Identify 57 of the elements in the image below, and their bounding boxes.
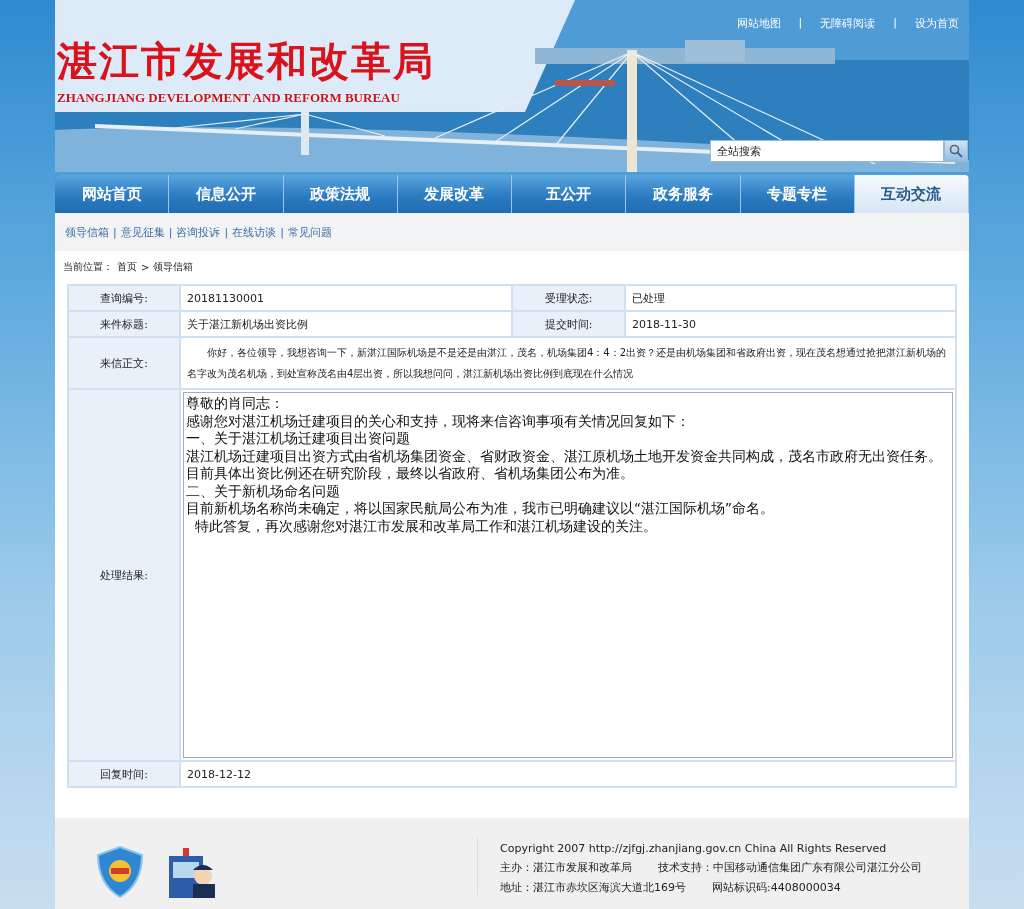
nav-tab[interactable]: 网站首页	[55, 175, 170, 213]
search-field[interactable]: 全站搜索	[710, 140, 944, 162]
field-value: 关于湛江新机场出资比例	[180, 311, 512, 337]
shield-badge-icon	[97, 846, 143, 898]
top-link[interactable]: 设为首页	[915, 16, 959, 31]
nav-tab[interactable]: 互动交流	[854, 175, 969, 213]
separator: |	[224, 225, 229, 239]
separator: |	[798, 16, 803, 31]
nav-tab[interactable]: 信息公开	[169, 175, 284, 213]
search-button[interactable]	[944, 140, 968, 162]
nav-tab[interactable]: 发展改革	[397, 175, 512, 213]
reply-line: 一、关于湛江机场迁建项目出资问题	[186, 430, 411, 448]
copyright-text: Copyright 2007 http://zjfgj.zhanjiang.gov.cn China All Rights Reserved	[500, 842, 888, 855]
breadcrumb-label: 当前位置：	[63, 260, 113, 274]
site-code-text: 网站标识码:4408000034	[712, 880, 841, 895]
reply-line: 感谢您对湛江机场迁建项目的关心和支持，现将来信咨询事项有关情况回复如下：	[186, 412, 691, 430]
nav-tab[interactable]: 政策法规	[283, 175, 398, 213]
sub-link[interactable]: 常见问题	[287, 224, 332, 240]
field-value: 2018-12-12	[180, 761, 956, 787]
reply-line: 尊敬的肖同志：	[186, 395, 285, 413]
top-link[interactable]: 网站地图	[736, 16, 781, 31]
host-text: 主办：湛江市发展和改革局	[500, 860, 632, 875]
field-value: 20181130001	[180, 285, 512, 311]
breadcrumb-link[interactable]: 首页	[117, 260, 137, 274]
top-link[interactable]: 无障碍阅读	[820, 16, 876, 31]
nav-tab[interactable]: 政务服务	[626, 175, 741, 213]
reply-line: 特此答复，再次感谢您对湛江市发展和改革局工作和湛江机场建设的关注。	[193, 517, 658, 535]
field-label: 提交时间:	[512, 311, 625, 337]
sub-link[interactable]: 意见征集	[120, 224, 165, 240]
separator: |	[280, 225, 284, 239]
field-value: 已处理	[625, 285, 956, 311]
letter-text: 你好，各位领导，我想咨询一下，新湛江国际机场是不是还是由湛江，茂名，机场集团4：4：2出资？还是由机场集团和省政府出资，现在茂名想通过抢把湛江新机场的名字改为茂名机场，到处宣称茂名由4层出资，所以我想问问，湛江新机场出资比例到底现在什么情况	[180, 337, 956, 389]
breadcrumb-link[interactable]: 领导信箱	[153, 260, 194, 274]
reply-line: 湛江机场迁建项目出资方式由省机场集团资金、省财政资金、湛江原机场土地开发资金共同构成，茂名市政府无出资任务。目前具体出资比例还在研究阶段，最终以省政府、省机场集团公布为准。	[186, 447, 943, 483]
sub-link[interactable]: 咨询投诉	[176, 224, 221, 240]
field-label: 来件标题:	[68, 311, 180, 337]
field-label: 处理结果:	[68, 389, 180, 761]
address-text: 地址：湛江市赤坎区海滨大道北169号	[500, 880, 686, 895]
breadcrumb-separator: >	[141, 261, 150, 273]
field-label: 受理状态:	[512, 285, 625, 311]
field-value: 2018-11-30	[625, 311, 956, 337]
separator: |	[893, 16, 897, 31]
site-title: 湛江市发展和改革局	[57, 37, 435, 86]
reply-line: 二、关于新机场命名问题	[186, 482, 341, 500]
nav-tab[interactable]: 专题专栏	[740, 175, 855, 213]
nav-tab[interactable]: 五公开	[512, 175, 627, 213]
site-subtitle: ZHANGJIANG DEVELOPMENT AND REFORM BUREAU	[57, 90, 400, 106]
reply-line: 目前新机场名称尚未确定，将以国家民航局公布为准，我市已明确建议以“湛江国际机场”命名。	[186, 500, 775, 518]
sub-link[interactable]: 领导信箱	[65, 224, 109, 240]
support-text: 技术支持：中国移动通信集团广东有限公司湛江分公司	[658, 860, 922, 875]
field-label: 查询编号:	[68, 285, 180, 311]
search-icon	[949, 144, 963, 158]
separator: |	[168, 225, 173, 239]
field-label: 来信正文:	[68, 337, 180, 389]
separator: |	[113, 225, 117, 239]
field-label: 回复时间:	[68, 761, 180, 787]
sub-link[interactable]: 在线访谈	[232, 224, 277, 240]
